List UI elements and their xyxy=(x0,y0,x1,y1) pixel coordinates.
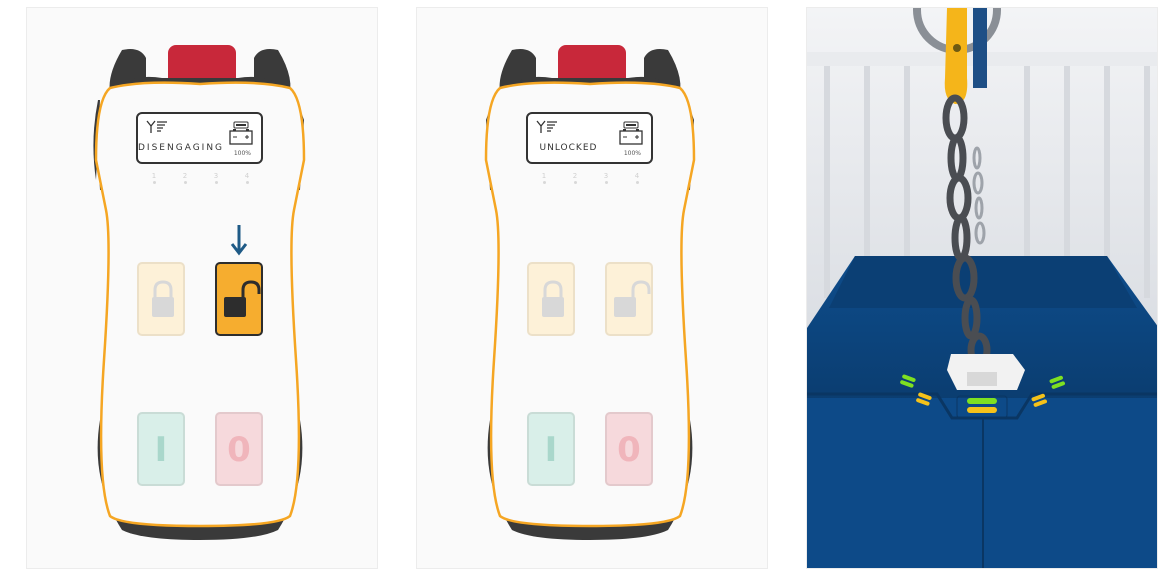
lock-open-icon xyxy=(614,280,651,317)
lcd-display: DISENGAGING 100% xyxy=(136,112,263,164)
remote-panel-unlocked: UNLOCKED 100% 1 2 3 4 I 0 xyxy=(416,7,768,569)
power-on-glyph: I xyxy=(544,430,558,470)
channel-4: 4 xyxy=(241,172,253,184)
lock-button[interactable] xyxy=(527,262,575,336)
battery-percentage: 100% xyxy=(623,150,641,157)
channel-2: 2 xyxy=(179,172,191,184)
channel-1: 1 xyxy=(538,172,550,184)
signal-icon xyxy=(146,120,167,133)
channel-indicators: 1 2 3 4 xyxy=(526,172,650,188)
channel-2: 2 xyxy=(569,172,581,184)
remote-control: UNLOCKED 100% 1 2 3 4 I 0 xyxy=(472,40,708,542)
power-off-glyph: 0 xyxy=(617,430,641,470)
lcd-display: UNLOCKED 100% xyxy=(526,112,653,164)
lock-closed-icon xyxy=(152,280,174,317)
power-on-glyph: I xyxy=(154,430,168,470)
power-off-button[interactable]: 0 xyxy=(215,412,263,486)
channel-1: 1 xyxy=(148,172,160,184)
channel-4: 4 xyxy=(631,172,643,184)
lcd-status-text: DISENGAGING xyxy=(138,143,225,153)
lock-closed-icon xyxy=(542,280,564,317)
power-off-glyph: 0 xyxy=(227,430,251,470)
remote-control: DISENGAGING 100% 1 2 3 4 I 0 xyxy=(82,40,318,542)
power-on-button[interactable]: I xyxy=(527,412,575,486)
channel-indicators: 1 2 3 4 xyxy=(136,172,260,188)
channel-3: 3 xyxy=(210,172,222,184)
battery-icon xyxy=(619,121,643,145)
lock-open-icon xyxy=(224,280,261,317)
down-arrow-icon xyxy=(230,225,248,256)
unlock-button[interactable] xyxy=(605,262,653,336)
channel-3: 3 xyxy=(600,172,612,184)
power-on-button[interactable]: I xyxy=(137,412,185,486)
power-off-button[interactable]: 0 xyxy=(605,412,653,486)
battery-percentage: 100% xyxy=(233,150,251,157)
container-lift-scene xyxy=(807,8,1157,568)
signal-icon xyxy=(536,120,557,133)
lifting-scene-panel xyxy=(806,7,1158,569)
lock-button[interactable] xyxy=(137,262,185,336)
battery-icon xyxy=(229,121,253,145)
lcd-status-text: UNLOCKED xyxy=(539,143,598,153)
remote-panel-disengaging: DISENGAGING 100% 1 2 3 4 I 0 xyxy=(26,7,378,569)
unlock-button[interactable] xyxy=(215,262,263,336)
